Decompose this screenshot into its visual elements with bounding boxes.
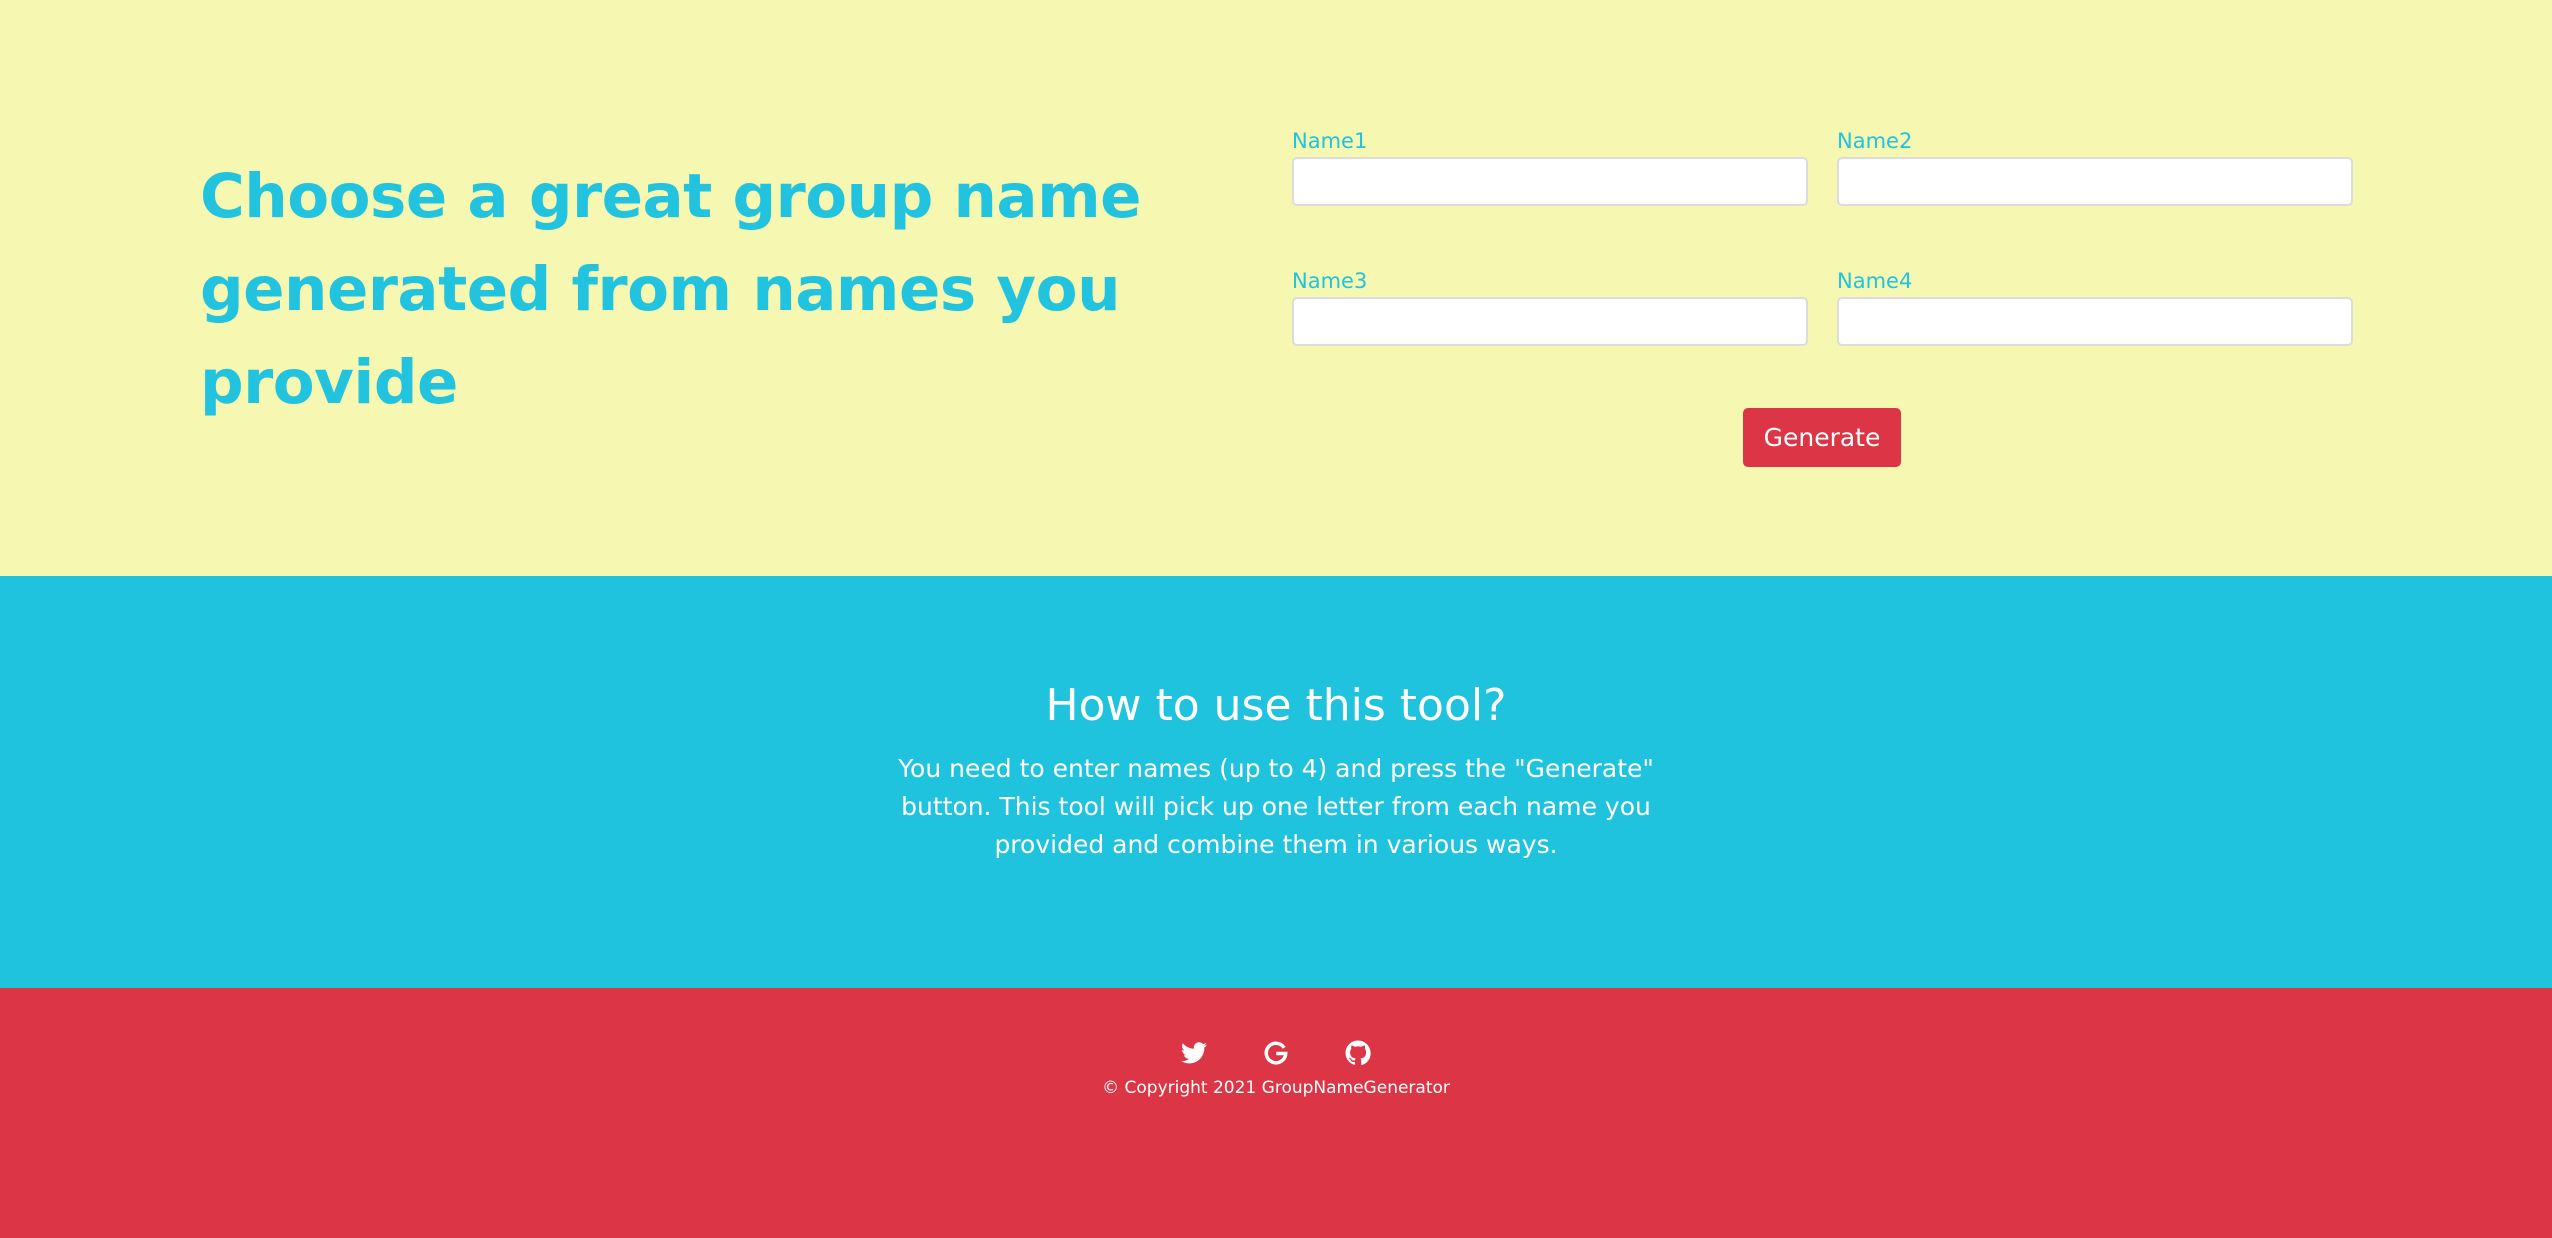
- how-to-description: You need to enter names (up to 4) and pr…: [898, 754, 1654, 859]
- name2-input[interactable]: [1837, 157, 2353, 206]
- name1-field: Name1: [1292, 128, 1808, 206]
- how-to-title: How to use this tool?: [1045, 680, 1507, 731]
- hero-section: Choose a great group name generated from…: [0, 0, 2552, 576]
- how-to-section: How to use this tool? You need to enter …: [0, 576, 2552, 988]
- name4-field: Name4: [1837, 268, 2353, 346]
- footer: © Copyright 2021 GroupNameGenerator: [0, 988, 2552, 1238]
- github-link[interactable]: [1343, 1038, 1373, 1068]
- name1-label: Name1: [1292, 129, 1368, 153]
- github-icon: [1345, 1040, 1371, 1066]
- name4-label: Name4: [1837, 269, 1913, 293]
- name2-field: Name2: [1837, 128, 2353, 206]
- twitter-link[interactable]: [1179, 1038, 1209, 1068]
- name2-label: Name2: [1837, 129, 1913, 153]
- google-link[interactable]: [1261, 1038, 1291, 1068]
- copyright-text: © Copyright 2021 GroupNameGenerator: [1102, 1078, 1450, 1098]
- name4-input[interactable]: [1837, 297, 2353, 346]
- generate-button[interactable]: Generate: [1743, 408, 1901, 467]
- social-links: [0, 1038, 2552, 1068]
- page-title: Choose a great group name generated from…: [200, 161, 1142, 418]
- name3-input[interactable]: [1292, 297, 1808, 346]
- name1-input[interactable]: [1292, 157, 1808, 206]
- google-icon: [1264, 1041, 1288, 1065]
- twitter-icon: [1181, 1042, 1207, 1064]
- name3-field: Name3: [1292, 268, 1808, 346]
- name3-label: Name3: [1292, 269, 1368, 293]
